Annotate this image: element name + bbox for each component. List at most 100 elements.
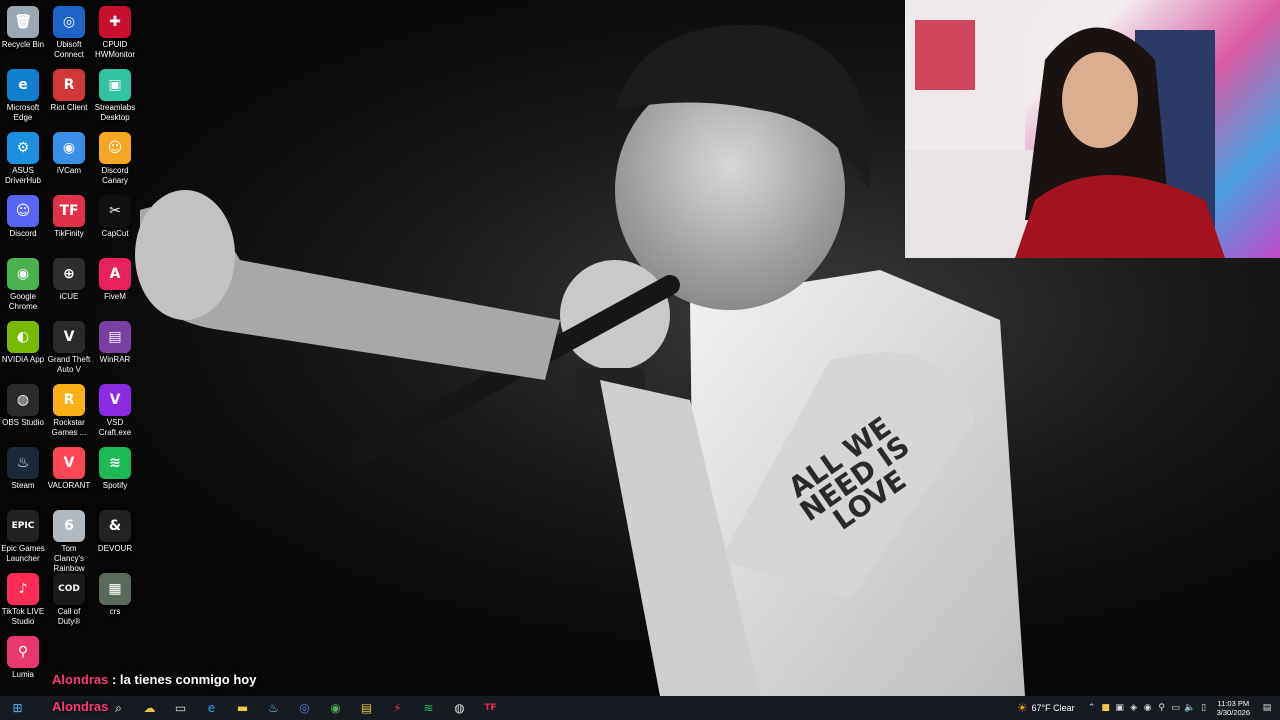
notification-icon[interactable]: ▤: [1260, 703, 1274, 713]
desktop-icon-ivcam[interactable]: ◉ iVCam: [46, 128, 92, 176]
desktop-icon-winrar[interactable]: ▤ WinRAR: [92, 317, 138, 365]
desktop-icon-label: Discord: [9, 229, 37, 238]
taskbar-ubisoft-button[interactable]: ◎: [294, 697, 316, 719]
streamlabs-icon: ⚡: [393, 701, 402, 715]
taskbar-steam-button[interactable]: ♨: [263, 697, 285, 719]
desktop-icon-streamlabs-desktop[interactable]: ▣ Streamlabs Desktop: [92, 65, 138, 123]
desktop-icon-label: Microsoft Edge: [6, 103, 40, 122]
tikfinity-icon: TF: [53, 195, 85, 227]
tray-app-icon[interactable]: ◈: [1127, 703, 1141, 713]
chevron-up-icon[interactable]: ⌃: [1085, 703, 1099, 713]
taskbar-spotify-button[interactable]: ≋: [418, 697, 440, 719]
desktop-icon-valorant[interactable]: V VALORANT: [46, 443, 92, 491]
taskbar-chrome-button[interactable]: ◉: [325, 697, 347, 719]
desktop-icon-grand-theft-auto-v[interactable]: V Grand Theft Auto V: [46, 317, 92, 375]
desktop-icon-discord-canary[interactable]: ☺ Discord Canary: [92, 128, 138, 186]
tray-app-icon[interactable]: ▣: [1113, 703, 1127, 713]
taskbar-start-button[interactable]: ⊞: [7, 697, 29, 719]
capcut-icon: ✂: [99, 195, 131, 227]
google-chrome-icon: ◉: [7, 258, 39, 290]
grand-theft-auto-v-icon: V: [53, 321, 85, 353]
desktop-icon-label: CapCut: [101, 229, 129, 238]
desktop-icon-label: Call of Duty®: [57, 607, 81, 626]
notepad-icon: ▤: [360, 701, 373, 715]
desktop-icon-label: ASUS DriverHub: [4, 166, 41, 185]
widgets-icon: ☁: [143, 701, 156, 715]
desktop-icon-rockstar-games[interactable]: R Rockstar Games ...: [46, 380, 92, 438]
desktop-icon-fivem[interactable]: A FiveM: [92, 254, 138, 302]
desktop-icon-label: Steam: [11, 481, 35, 490]
desktop-icon-icue[interactable]: ⊕ iCUE: [46, 254, 92, 302]
desktop-icon-label: Epic Games Launcher: [1, 544, 45, 563]
tray-app-icon[interactable]: ■: [1099, 703, 1113, 713]
desktop-icon-label: iCUE: [59, 292, 79, 301]
rockstar-games-icon: R: [53, 384, 85, 416]
spotify-icon: ≋: [99, 447, 131, 479]
taskbar-widgets-button[interactable]: ☁: [139, 697, 161, 719]
desktop-icon-label: iVCam: [56, 166, 81, 175]
weather-condition: Clear: [1053, 703, 1075, 713]
desktop-icon-discord[interactable]: ☺ Discord: [0, 191, 46, 239]
desktop-icon-asus-driverhub[interactable]: ⚙ ASUS DriverHub: [0, 128, 46, 186]
network-icon[interactable]: ▭: [1169, 703, 1183, 713]
epic-games-launcher-icon: EPIC: [7, 510, 39, 542]
taskbar-notepad-button[interactable]: ▤: [356, 697, 378, 719]
desktop-icon-google-chrome[interactable]: ◉ Google Chrome: [0, 254, 46, 312]
system-tray: ☀ 67°F Clear ⌃ ■ ▣ ◈ ◉ ⚲ ▭ 🔈 ▯ 11:03 PM …: [1017, 696, 1280, 720]
desktop-icon-cpuid-hwmonitor[interactable]: ✚ CPUID HWMonitor: [92, 2, 138, 60]
battery-icon[interactable]: ▯: [1197, 703, 1211, 713]
desktop-icon-label: Ubisoft Connect: [54, 40, 84, 59]
icue-icon: ⊕: [53, 258, 85, 290]
valorant-icon: V: [53, 447, 85, 479]
desktop-icon-crs[interactable]: ▦ crs: [92, 569, 138, 617]
desktop-icon-nvidia-app[interactable]: ◐ NVIDIA App: [0, 317, 46, 365]
taskbar-obs-button[interactable]: ◍: [449, 697, 471, 719]
lumia-icon: ⚲: [7, 636, 39, 668]
desktop-icon-tikfinity[interactable]: TF TikFinity: [46, 191, 92, 239]
desktop-icon-label: NVIDIA App: [1, 355, 45, 364]
desktop-icon-microsoft-edge[interactable]: e Microsoft Edge: [0, 65, 46, 123]
steam-icon: ♨: [7, 447, 39, 479]
desktop-icon-capcut[interactable]: ✂ CapCut: [92, 191, 138, 239]
spotify-icon: ≋: [423, 701, 434, 715]
taskbar-search-button[interactable]: ⌕: [108, 697, 130, 719]
taskbar-task-view-button[interactable]: ▭: [170, 697, 192, 719]
desktop-icon-tiktok-live-studio[interactable]: ♪ TikTok LIVE Studio: [0, 569, 46, 627]
webcam-streamer-image: [905, 0, 1225, 258]
taskbar-explorer-button[interactable]: ▬: [232, 697, 254, 719]
desktop-icon-riot-client[interactable]: R Riot Client: [46, 65, 92, 113]
clock[interactable]: 11:03 PM 3/30/2026: [1217, 699, 1250, 717]
tray-app-icon[interactable]: ◉: [1141, 703, 1155, 713]
tray-app-icon[interactable]: ⚲: [1155, 703, 1169, 713]
desktop-icon-label: WinRAR: [99, 355, 131, 364]
desktop-icon-label: VSD Craft.exe: [98, 418, 132, 437]
call-of-duty-icon: COD: [53, 573, 85, 605]
desktop-icon-steam[interactable]: ♨ Steam: [0, 443, 46, 491]
cpuid-hwmonitor-icon: ✚: [99, 6, 131, 38]
nvidia-app-icon: ◐: [7, 321, 39, 353]
desktop-icon-epic-games-launcher[interactable]: EPIC Epic Games Launcher: [0, 506, 46, 564]
tiktok-live-studio-icon: ♪: [7, 573, 39, 605]
winrar-icon: ▤: [99, 321, 131, 353]
chat-text: la tienes conmigo hoy: [119, 672, 257, 687]
taskbar-streamlabs-button[interactable]: ⚡: [387, 697, 409, 719]
desktop-icon-obs-studio[interactable]: ◍ OBS Studio: [0, 380, 46, 428]
desktop-icon-label: TikTok LIVE Studio: [1, 607, 45, 626]
taskbar-tikfinity-button[interactable]: TF: [480, 697, 502, 719]
volume-icon[interactable]: 🔈: [1183, 703, 1197, 713]
desktop-icon-vsd-craft-exe[interactable]: V VSD Craft.exe: [92, 380, 138, 438]
desktop-icon-label: Grand Theft Auto V: [47, 355, 91, 374]
tom-clancy-s-rainbow-si-icon: 6: [53, 510, 85, 542]
weather-sun-icon: ☀: [1016, 701, 1028, 715]
desktop-icon-lumia[interactable]: ⚲ Lumia: [0, 632, 46, 680]
desktop-icon-spotify[interactable]: ≋ Spotify: [92, 443, 138, 491]
desktop-icon-ubisoft-connect[interactable]: ◎ Ubisoft Connect: [46, 2, 92, 60]
desktop-icon-call-of-duty[interactable]: COD Call of Duty®: [46, 569, 92, 627]
weather-widget[interactable]: ☀ 67°F Clear: [1017, 701, 1075, 715]
taskbar-edge-button[interactable]: e: [201, 697, 223, 719]
chrome-icon: ◉: [330, 701, 341, 715]
chat-username: Alondras: [52, 672, 109, 687]
desktop-icon-recycle-bin[interactable]: 🗑 Recycle Bin: [0, 2, 46, 50]
obs-studio-icon: ◍: [7, 384, 39, 416]
desktop-icon-devour[interactable]: & DEVOUR: [92, 506, 138, 554]
